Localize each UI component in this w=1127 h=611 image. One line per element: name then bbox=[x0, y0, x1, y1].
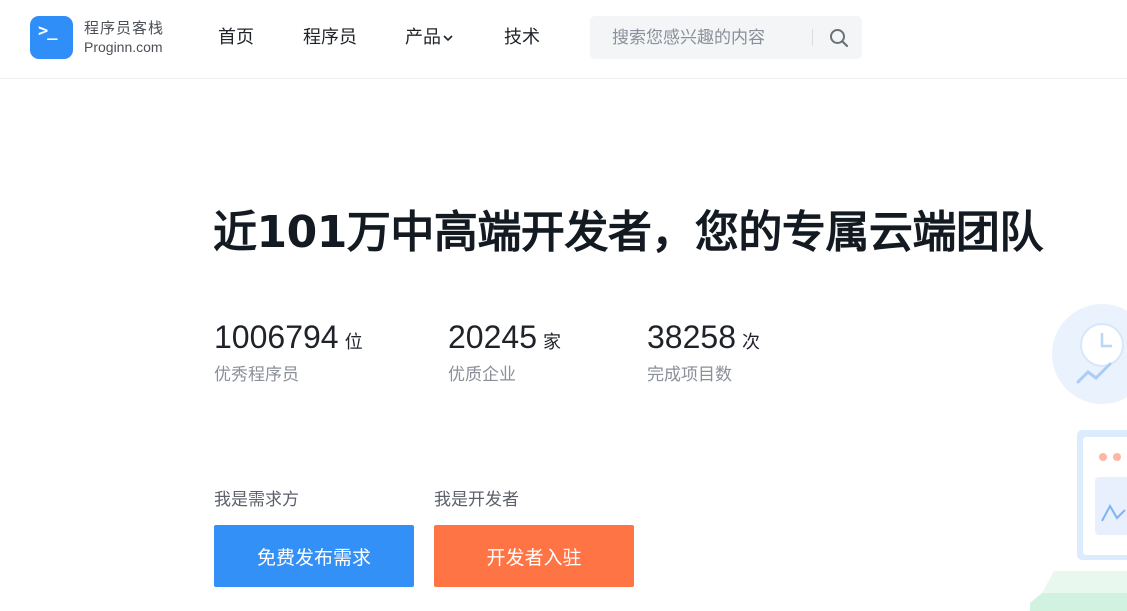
search-divider bbox=[812, 29, 813, 46]
stat-programmers: 1006794 位 优秀程序员 bbox=[214, 318, 363, 386]
hero-title: 近101万中高端开发者，您的专属云端团队 bbox=[213, 207, 1043, 258]
logo-name-cn: 程序员客栈 bbox=[84, 19, 165, 37]
nav-item-home[interactable]: 首页 bbox=[218, 26, 254, 50]
stat-label: 优秀程序员 bbox=[214, 365, 299, 385]
terminal-logo-icon: >_ bbox=[30, 16, 73, 59]
stat-unit: 次 bbox=[741, 332, 760, 353]
nav-item-tech[interactable]: 技术 bbox=[504, 26, 540, 50]
search-box bbox=[590, 16, 862, 59]
stat-unit: 家 bbox=[542, 332, 561, 353]
nav-item-products[interactable]: 产品 bbox=[405, 26, 454, 50]
stat-projects: 38258 次 完成项目数 bbox=[647, 318, 760, 386]
stat-value: 20245 bbox=[448, 319, 537, 355]
nav-item-products-label: 产品 bbox=[405, 27, 441, 48]
client-role-label: 我是需求方 bbox=[214, 490, 299, 510]
search-input[interactable] bbox=[590, 16, 812, 59]
stat-label: 优质企业 bbox=[448, 365, 516, 385]
stat-value: 1006794 bbox=[214, 319, 339, 355]
developer-role-label: 我是开发者 bbox=[434, 490, 519, 510]
logo-name-en: Proginn.com bbox=[84, 39, 163, 55]
rating-card-icon bbox=[1077, 430, 1127, 560]
post-requirement-button[interactable]: 免费发布需求 bbox=[214, 525, 414, 587]
top-navbar: >_ 程序员客栈 Proginn.com 首页 程序员 产品 技术 bbox=[0, 0, 1127, 79]
platform-base-icon bbox=[1030, 571, 1127, 611]
logo-text: 程序员客栈 Proginn.com bbox=[84, 19, 164, 56]
nav-item-programmers[interactable]: 程序员 bbox=[303, 26, 357, 50]
stat-value: 38258 bbox=[647, 319, 736, 355]
stat-unit: 位 bbox=[344, 332, 363, 353]
stat-companies: 20245 家 优质企业 bbox=[448, 318, 561, 386]
clock-chart-icon bbox=[1052, 304, 1127, 404]
developer-join-button[interactable]: 开发者入驻 bbox=[434, 525, 634, 587]
hero-illustration bbox=[1030, 304, 1127, 611]
chevron-down-icon bbox=[443, 35, 453, 42]
stat-label: 完成项目数 bbox=[647, 365, 732, 385]
search-icon[interactable] bbox=[828, 27, 850, 49]
